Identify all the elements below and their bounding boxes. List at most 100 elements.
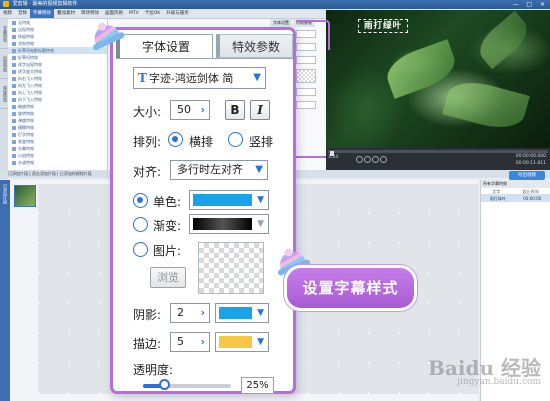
chevron-down-icon: ▼ bbox=[253, 72, 261, 83]
menu-item[interactable]: 视频 bbox=[0, 9, 15, 18]
menu-item[interactable]: 字幕特效 bbox=[30, 9, 54, 18]
stroke-label: 描边: bbox=[133, 337, 162, 351]
font-family-select[interactable]: T 字迹-鸿远剑体 简 ▼ bbox=[133, 67, 266, 89]
subtitle-list-row[interactable]: 雨打绿叶 00:00:00 bbox=[481, 195, 550, 202]
shadow-color-select[interactable]: ▼ bbox=[215, 303, 269, 323]
effect-label: 旋转特效 bbox=[18, 111, 34, 116]
italic-button[interactable]: I bbox=[250, 100, 270, 120]
preview-subtitle[interactable]: 雨打绿叶 bbox=[358, 19, 408, 33]
radio-gradient[interactable] bbox=[133, 217, 148, 232]
tab-font-settings-small[interactable]: 字体设置 bbox=[270, 19, 292, 27]
radio-single-color[interactable] bbox=[133, 193, 148, 208]
menu-item[interactable]: 叠加素材 bbox=[54, 9, 78, 18]
browse-button[interactable]: 浏览 bbox=[150, 267, 186, 288]
next-button[interactable] bbox=[380, 156, 387, 163]
effect-list-item[interactable]: 向下飞入特效 bbox=[8, 96, 107, 103]
prev-button[interactable] bbox=[356, 156, 363, 163]
effect-icon bbox=[12, 147, 16, 151]
menu-item[interactable]: 升级与服务 bbox=[163, 9, 192, 18]
menu-item[interactable]: MTV bbox=[126, 9, 142, 18]
effect-icon bbox=[12, 112, 16, 116]
chevron-right-icon[interactable]: › bbox=[200, 333, 205, 351]
effect-label: 缩放特效 bbox=[18, 104, 34, 109]
tab-font-settings[interactable]: 字体设置 bbox=[116, 34, 213, 58]
left-tab[interactable]: 出现特效 bbox=[0, 49, 8, 79]
clip-thumbnail[interactable] bbox=[14, 185, 36, 207]
chevron-right-icon[interactable]: › bbox=[200, 101, 205, 119]
effect-list-item[interactable]: 弹跳特效 bbox=[8, 117, 107, 124]
mini-checker-swatch bbox=[296, 69, 316, 83]
progress-track[interactable] bbox=[328, 150, 548, 156]
effect-list-item[interactable]: 光晕特效 bbox=[8, 145, 107, 152]
play-button[interactable] bbox=[364, 156, 371, 163]
left-vertical-tabs: 字幕特效 出现特效 停留特效 bbox=[0, 19, 8, 179]
effect-icon bbox=[12, 140, 16, 144]
single-color-select[interactable]: ▼ bbox=[189, 190, 269, 210]
radio-vertical[interactable] bbox=[228, 132, 243, 147]
effect-label: 渐变特效 bbox=[18, 139, 34, 144]
font-t-icon: T bbox=[138, 71, 147, 85]
effect-list-item[interactable]: 水波特效 bbox=[8, 159, 107, 166]
chevron-down-icon: ▼ bbox=[257, 195, 264, 205]
size-input[interactable]: 50 › bbox=[170, 100, 210, 120]
effect-list-item[interactable]: 好莱坞电影标题特效 bbox=[8, 47, 107, 54]
effect-icon bbox=[12, 63, 16, 67]
callout-connector bbox=[296, 20, 330, 50]
mini-field[interactable] bbox=[296, 56, 316, 64]
left-tab[interactable]: 字幕特效 bbox=[0, 19, 8, 49]
stroke-color-swatch bbox=[219, 336, 252, 348]
mini-field[interactable] bbox=[296, 101, 316, 109]
opacity-slider-knob[interactable] bbox=[159, 379, 170, 390]
gradient-select[interactable]: ▼ bbox=[189, 214, 269, 234]
effect-icon bbox=[12, 154, 16, 158]
effect-list-item[interactable]: 无特效 bbox=[8, 19, 107, 26]
effect-list-item[interactable]: 旋转特效 bbox=[8, 110, 107, 117]
effect-list-item[interactable]: 好莱坞特效 bbox=[8, 54, 107, 61]
effect-list-item[interactable]: 逐字放大特效 bbox=[8, 68, 107, 75]
effect-list-item[interactable]: 向右飞入特效 bbox=[8, 75, 107, 82]
effect-label: 向左飞入特效 bbox=[18, 83, 42, 88]
effect-icon bbox=[12, 105, 16, 109]
callout-label: 设置字幕样式 bbox=[287, 268, 414, 308]
left-tab[interactable]: 停留特效 bbox=[0, 79, 8, 109]
stroke-color-select[interactable]: ▼ bbox=[215, 332, 269, 352]
radio-image[interactable] bbox=[133, 242, 148, 257]
effect-list-item[interactable]: 向上飞入特效 bbox=[8, 89, 107, 96]
single-color-label: 单色: bbox=[153, 195, 182, 209]
stroke-input[interactable]: 5 › bbox=[170, 332, 210, 352]
effect-list-item[interactable]: 逐字出现特效 bbox=[8, 61, 107, 68]
horizontal-label: 横排 bbox=[189, 135, 214, 149]
align-select[interactable]: 多行时左对齐 ▼ bbox=[170, 160, 268, 180]
tab-effect-params[interactable]: 特效参数 bbox=[216, 34, 293, 58]
effect-list-item[interactable]: 火焰特效 bbox=[8, 152, 107, 159]
effect-list-item[interactable]: 向左飞入特效 bbox=[8, 82, 107, 89]
arrange-label: 排列: bbox=[133, 135, 162, 149]
gradient-label: 渐变: bbox=[153, 219, 182, 233]
menu-item[interactable]: 音频 bbox=[15, 9, 30, 18]
image-preview bbox=[198, 242, 264, 294]
align-label: 对齐: bbox=[133, 165, 162, 179]
effect-label: 打字特效 bbox=[18, 132, 34, 137]
total-time: 00:00:11.811 bbox=[515, 161, 546, 166]
subtitle-list-title: 所有字幕特效 bbox=[481, 180, 550, 188]
effect-list-item[interactable]: 打字特效 bbox=[8, 131, 107, 138]
menu-item[interactable]: 转场特效 bbox=[78, 9, 102, 18]
bold-button[interactable]: B bbox=[225, 100, 245, 120]
shadow-input[interactable]: 2 › bbox=[170, 303, 210, 323]
opacity-value[interactable]: 25% bbox=[241, 377, 274, 394]
effect-label: 水波特效 bbox=[18, 160, 34, 165]
subtitle-list-columns: 文字 起止时间 bbox=[481, 188, 550, 195]
effect-list-item[interactable]: 缩放特效 bbox=[8, 103, 107, 110]
menu-item[interactable]: 卡拉OK bbox=[142, 9, 164, 18]
effect-list-item[interactable]: 渐变特效 bbox=[8, 138, 107, 145]
export-video-button[interactable]: 导出视频 bbox=[509, 171, 545, 180]
stop-button[interactable] bbox=[372, 156, 379, 163]
mini-field[interactable] bbox=[296, 88, 316, 96]
window-controls[interactable]: — □ ✕ bbox=[512, 0, 548, 9]
vertical-label: 竖排 bbox=[249, 135, 274, 149]
opacity-slider[interactable] bbox=[143, 379, 231, 390]
timeline-left-tab: 已添加片段 bbox=[0, 180, 10, 401]
radio-horizontal[interactable] bbox=[168, 132, 183, 147]
effect-list-item[interactable]: 模糊特效 bbox=[8, 124, 107, 131]
chevron-right-icon[interactable]: › bbox=[200, 304, 205, 322]
